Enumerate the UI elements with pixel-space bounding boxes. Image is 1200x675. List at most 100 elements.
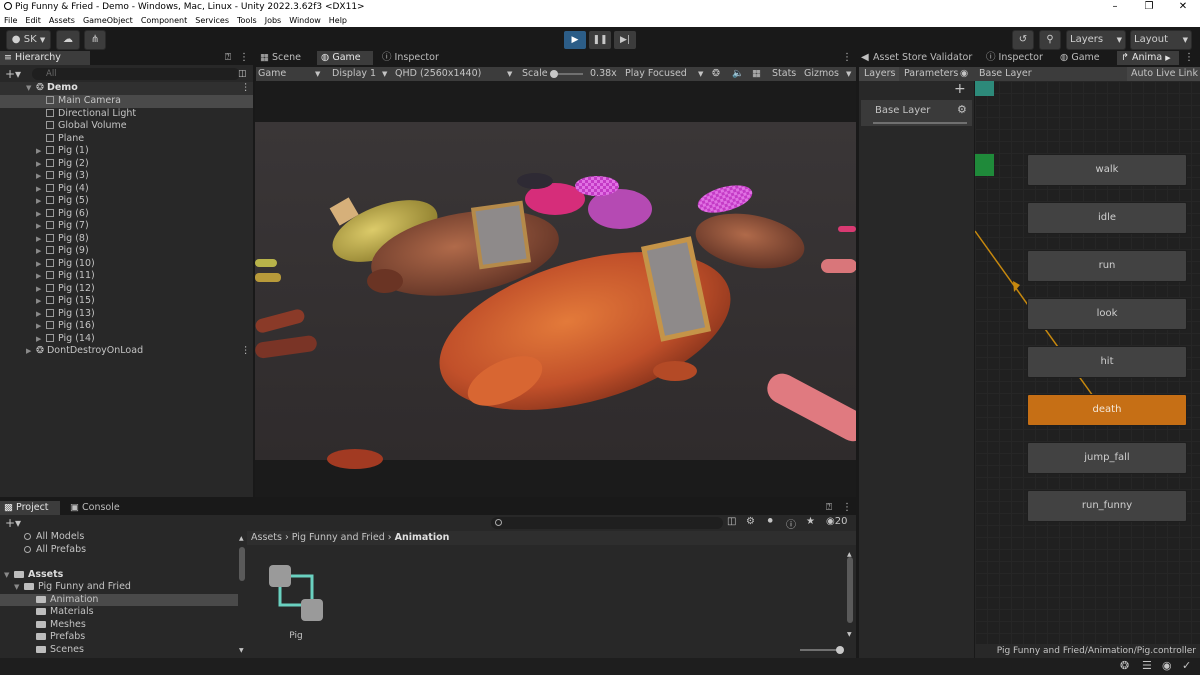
tab-inspector-right[interactable]: ⓘ Inspector xyxy=(982,51,1054,65)
breadcrumb-animation[interactable]: Animation xyxy=(395,532,450,543)
star-icon[interactable]: ★ xyxy=(806,516,815,527)
layer-item[interactable]: Base Layer ⚙ xyxy=(861,100,972,126)
animator-state-run-funny[interactable]: run_funny xyxy=(1027,490,1187,522)
hierarchy-item[interactable]: ▶ Pig (6) xyxy=(0,208,253,221)
hierarchy-item[interactable]: ▶ Pig (10) xyxy=(0,258,253,271)
expand-arrow-icon[interactable]: ▶ xyxy=(36,258,46,271)
scroll-up-icon[interactable]: ▲ xyxy=(239,535,244,542)
menu-file[interactable]: File xyxy=(4,14,17,27)
game-viewport[interactable] xyxy=(255,81,856,497)
subfolder-materials[interactable]: Materials xyxy=(0,606,238,619)
hierarchy-item[interactable]: Plane xyxy=(0,133,253,146)
layout-dropdown[interactable]: Layout ▼ xyxy=(1130,30,1192,50)
account-button[interactable]: ● SK ▼ xyxy=(6,30,51,50)
hierarchy-item[interactable]: ▶ Pig (13) xyxy=(0,308,253,321)
menu-gameobject[interactable]: GameObject xyxy=(83,14,133,27)
more-menu-icon[interactable]: ⋮ xyxy=(239,51,249,65)
hierarchy-item[interactable]: Directional Light xyxy=(0,108,253,121)
expand-arrow-icon[interactable]: ▶ xyxy=(36,145,46,158)
expand-arrow-icon[interactable]: ▶ xyxy=(36,195,46,208)
filter-icon[interactable]: ⚙ xyxy=(746,516,755,527)
pack-folder[interactable]: ▼ Pig Funny and Fried xyxy=(14,581,131,594)
add-layer-icon[interactable]: + xyxy=(954,81,966,97)
tab-project[interactable]: ▩ Project xyxy=(0,501,60,515)
expand-arrow-icon[interactable]: ▶ xyxy=(36,233,46,246)
tab-asset-store-validator[interactable]: Asset Store Validator xyxy=(869,51,979,65)
icon-size-slider[interactable] xyxy=(800,646,844,654)
maximize-icon[interactable]: ❐ xyxy=(1132,0,1166,14)
scene-row[interactable]: ▼ ❂ Demo ⋮ xyxy=(0,82,253,95)
cloud-button[interactable]: ☁ xyxy=(56,30,80,50)
hierarchy-item[interactable]: ▶ Pig (3) xyxy=(0,170,253,183)
expand-arrow-icon[interactable]: ▶ xyxy=(36,208,46,221)
bug-icon[interactable]: ❂ xyxy=(712,67,720,81)
menu-window[interactable]: Window xyxy=(289,14,321,27)
menu-tools[interactable]: Tools xyxy=(237,14,257,27)
label-icon[interactable]: ⚫ xyxy=(766,516,774,527)
gizmos-button[interactable]: Gizmos xyxy=(804,67,839,81)
hierarchy-item[interactable]: ▶ Pig (9) xyxy=(0,245,253,258)
bug-status-icon[interactable]: ❂ xyxy=(1120,659,1129,672)
layer-weight-bar[interactable] xyxy=(873,122,967,124)
expand-arrow-icon[interactable]: ▶ xyxy=(36,270,46,283)
check-icon[interactable]: ✓ xyxy=(1182,659,1191,672)
assets-scrollbar[interactable] xyxy=(847,557,853,623)
expand-arrow-icon[interactable]: ▶ xyxy=(26,345,36,358)
hierarchy-item[interactable]: ▶ Pig (14) xyxy=(0,333,253,346)
expand-arrow-icon[interactable]: ▶ xyxy=(36,283,46,296)
hierarchy-search-input[interactable]: All xyxy=(32,68,240,80)
undo-history-button[interactable]: ↺ xyxy=(1012,30,1034,50)
hierarchy-item[interactable]: ▶ Pig (12) xyxy=(0,283,253,296)
version-control-button[interactable]: ⋔ xyxy=(84,30,106,50)
tab-game-right[interactable]: ◍ Game xyxy=(1056,51,1114,65)
tab-animator-layers[interactable]: Layers xyxy=(859,67,899,81)
tab-inspector[interactable]: ⓘ Inspector xyxy=(378,51,448,65)
menu-jobs[interactable]: Jobs xyxy=(265,14,282,27)
tab-hierarchy[interactable]: ≡ Hierarchy xyxy=(0,51,90,65)
network-icon[interactable]: ◉ xyxy=(1162,659,1172,672)
search-options-icon[interactable]: ◫ xyxy=(238,67,247,81)
hierarchy-item[interactable]: ▶ Pig (15) xyxy=(0,295,253,308)
dontdestroy-more-icon[interactable]: ⋮ xyxy=(241,345,251,358)
step-button[interactable]: ▶| xyxy=(614,31,636,49)
more-menu-icon[interactable]: ⋮ xyxy=(842,51,852,65)
subfolder-animation[interactable]: Animation xyxy=(0,593,238,606)
display-dropdown[interactable]: Display 1 xyxy=(332,67,376,81)
add-icon[interactable]: +▾ xyxy=(5,67,21,81)
minimize-icon[interactable]: – xyxy=(1098,0,1132,14)
more-menu-icon[interactable]: ⋮ xyxy=(1184,51,1194,65)
menu-help[interactable]: Help xyxy=(329,14,347,27)
stats-button[interactable]: Stats xyxy=(772,67,796,81)
animator-state-hit[interactable]: hit xyxy=(1027,346,1187,378)
scroll-down-icon[interactable]: ▼ xyxy=(239,647,244,654)
auto-live-link-toggle[interactable]: Auto Live Link xyxy=(1127,67,1200,81)
expand-arrow-icon[interactable]: ▶ xyxy=(36,183,46,196)
asset-pig-controller[interactable]: Pig xyxy=(265,565,327,645)
hierarchy-item[interactable]: Global Volume xyxy=(0,120,253,133)
subfolder-scenes[interactable]: Scenes xyxy=(0,644,238,657)
lock-icon[interactable]: ⍰ xyxy=(826,501,832,515)
expand-arrow-icon[interactable]: ▶ xyxy=(36,308,46,321)
hierarchy-item[interactable]: ▶ Pig (8) xyxy=(0,233,253,246)
eye-icon[interactable]: ◉ xyxy=(960,67,968,81)
hierarchy-item[interactable]: ▶ Pig (16) xyxy=(0,320,253,333)
tree-scrollbar[interactable] xyxy=(239,547,245,581)
menu-edit[interactable]: Edit xyxy=(25,14,41,27)
tab-animator-parameters[interactable]: Parameters xyxy=(904,67,958,81)
scale-slider[interactable] xyxy=(550,70,583,78)
subfolder-meshes[interactable]: Meshes xyxy=(0,619,238,632)
animator-state-jump-fall[interactable]: jump_fall xyxy=(1027,442,1187,474)
lock-icon[interactable]: ⍰ xyxy=(225,51,231,65)
tab-scene[interactable]: ▦ Scene xyxy=(256,51,314,65)
animator-breadcrumb[interactable]: Base Layer xyxy=(979,67,1032,81)
expand-arrow-icon[interactable]: ▶ xyxy=(36,220,46,233)
play-focused-dropdown[interactable]: Play Focused xyxy=(625,67,687,81)
tab-game[interactable]: ◍ Game xyxy=(317,51,373,65)
scale-slider-thumb[interactable] xyxy=(550,70,558,78)
warning-icon[interactable]: ⓘ xyxy=(786,516,796,531)
hierarchy-item[interactable]: ▶ Pig (1) xyxy=(0,145,253,158)
gear-icon[interactable]: ⚙ xyxy=(957,103,967,116)
expand-arrow-icon[interactable]: ▶ xyxy=(36,245,46,258)
hierarchy-item[interactable]: ▶ Pig (7) xyxy=(0,220,253,233)
scroll-down-icon[interactable]: ▼ xyxy=(847,631,852,638)
